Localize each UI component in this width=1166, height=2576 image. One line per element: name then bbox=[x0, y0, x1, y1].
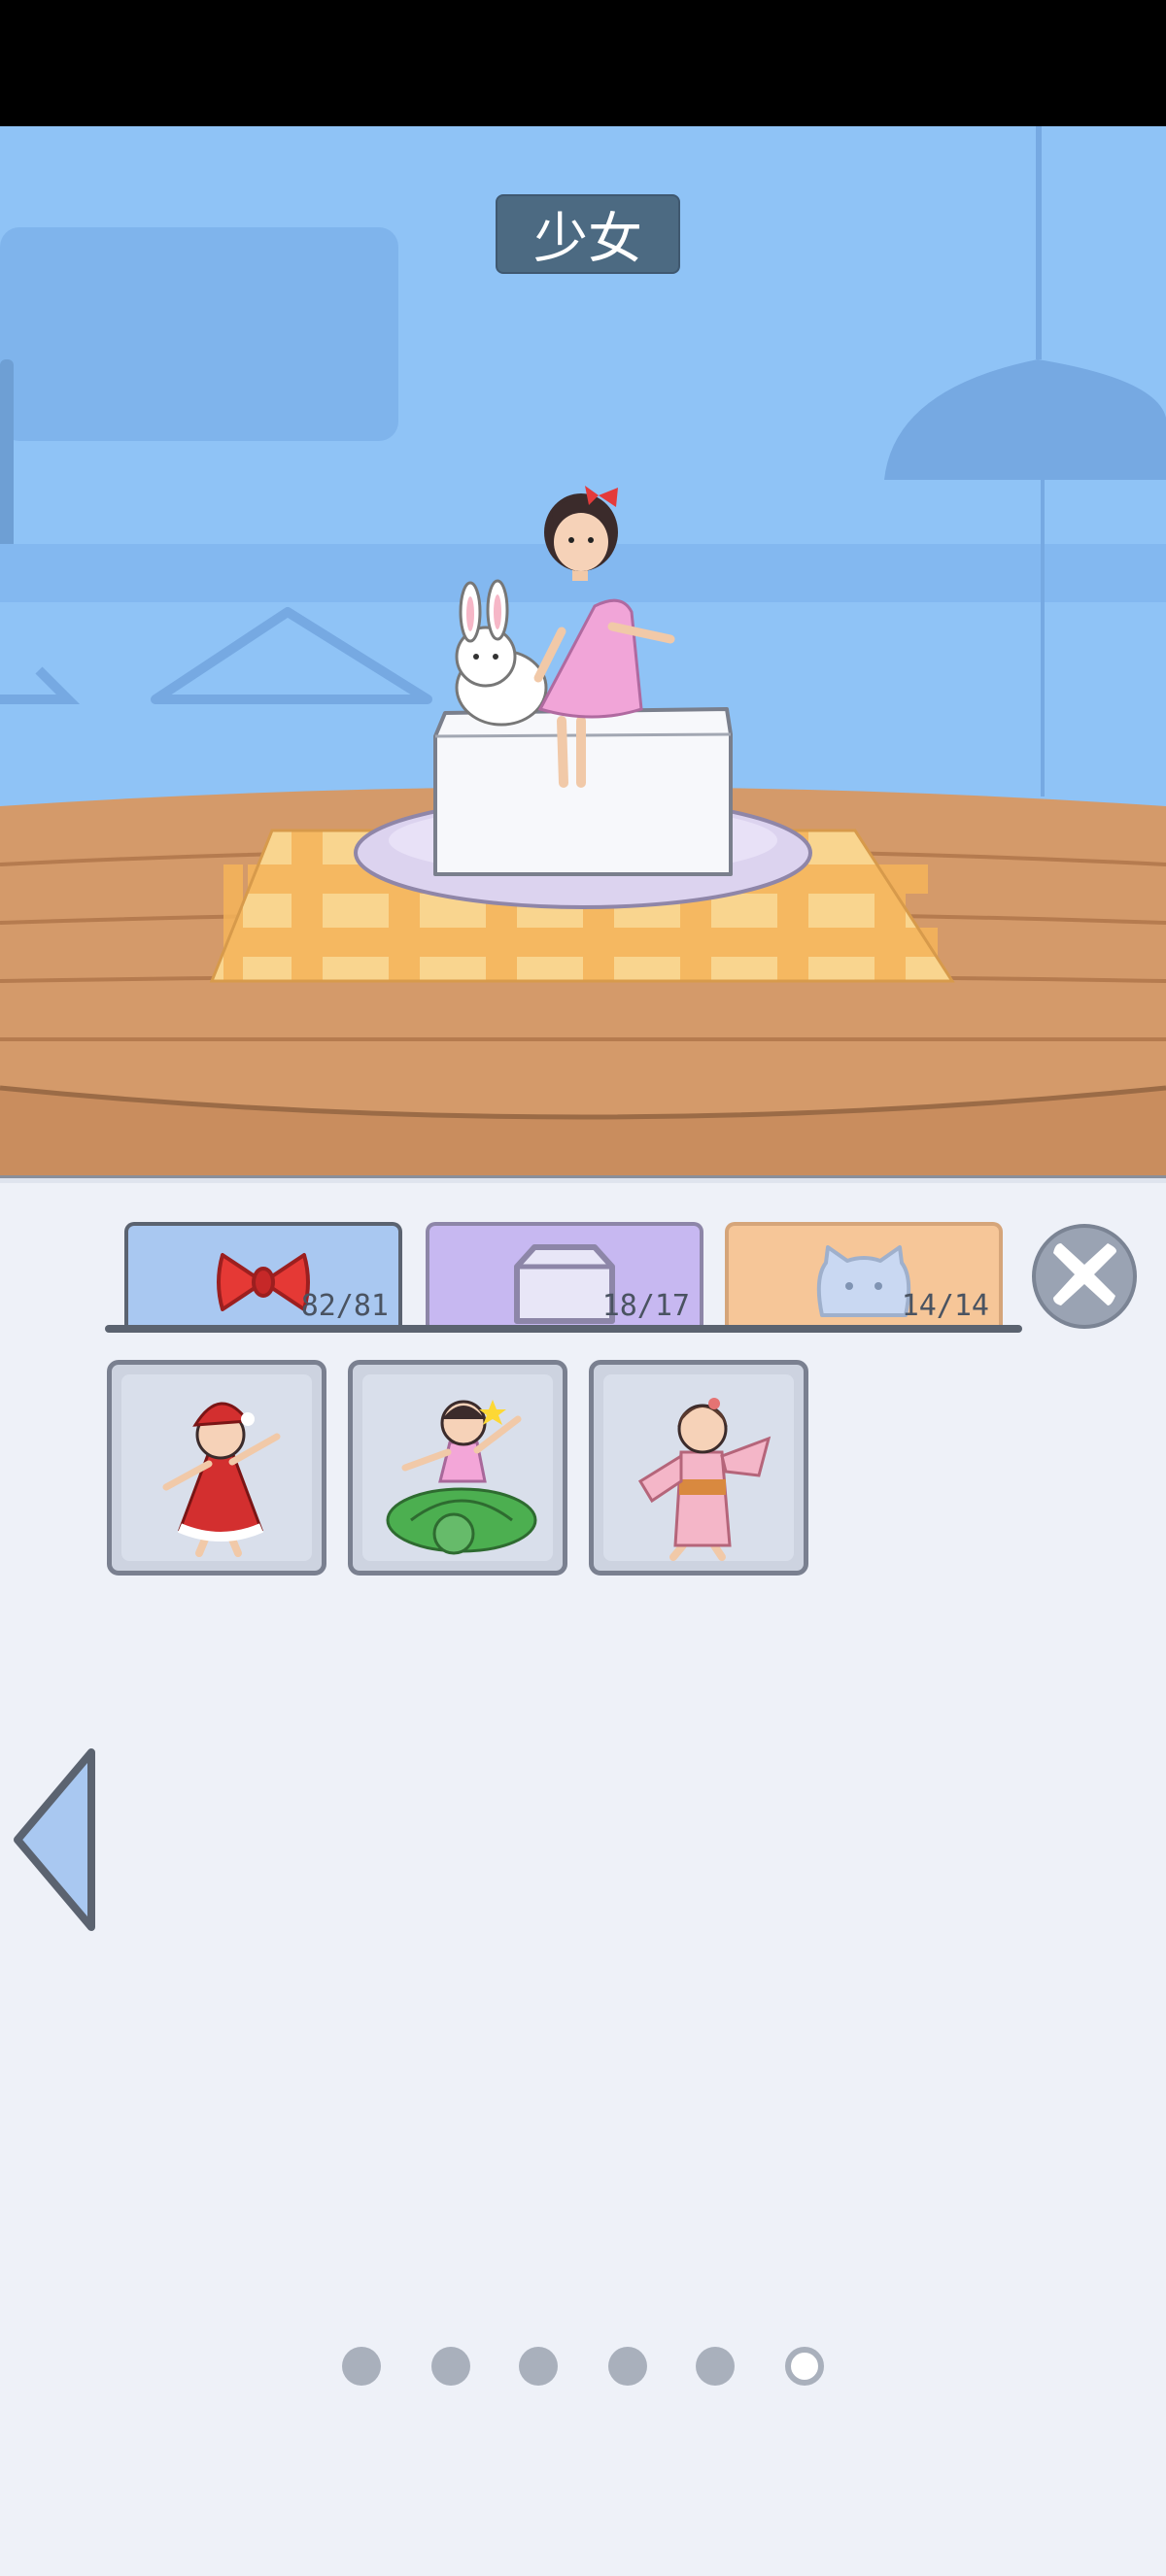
page-dot-6-active[interactable] bbox=[785, 2347, 824, 2386]
page-dot-4[interactable] bbox=[608, 2347, 647, 2386]
game-scene bbox=[0, 126, 1166, 1185]
pagination bbox=[0, 2347, 1166, 2386]
status-bar bbox=[0, 0, 1166, 126]
page-dot-3[interactable] bbox=[519, 2347, 558, 2386]
tab-containers[interactable]: 18/17 bbox=[426, 1222, 703, 1327]
close-button[interactable] bbox=[1032, 1224, 1137, 1329]
tab-rail bbox=[105, 1325, 1022, 1333]
accessories-count: 82/81 bbox=[300, 1289, 389, 1323]
bow-icon bbox=[215, 1243, 312, 1325]
close-icon bbox=[1047, 1237, 1121, 1315]
item-slot-santa-outfit[interactable] bbox=[107, 1360, 326, 1576]
containers-count: 18/17 bbox=[601, 1289, 690, 1323]
scene-title: 少女 bbox=[496, 194, 680, 274]
previous-page-button[interactable] bbox=[12, 1745, 99, 1935]
page-dot-1[interactable] bbox=[342, 2347, 381, 2386]
tab-pets[interactable]: 14/14 bbox=[725, 1222, 1003, 1327]
turtle-swim-girl-icon bbox=[386, 1400, 537, 1555]
tab-accessories[interactable]: 82/81 bbox=[124, 1222, 402, 1327]
page-dot-2[interactable] bbox=[431, 2347, 470, 2386]
item-slot-turtle-swim[interactable] bbox=[348, 1360, 567, 1576]
page-dot-5[interactable] bbox=[696, 2347, 735, 2386]
kimono-girl-icon bbox=[637, 1398, 772, 1561]
santa-outfit-girl-icon bbox=[162, 1402, 281, 1557]
item-slot-kimono[interactable] bbox=[589, 1360, 808, 1576]
pets-count: 14/14 bbox=[901, 1289, 989, 1323]
